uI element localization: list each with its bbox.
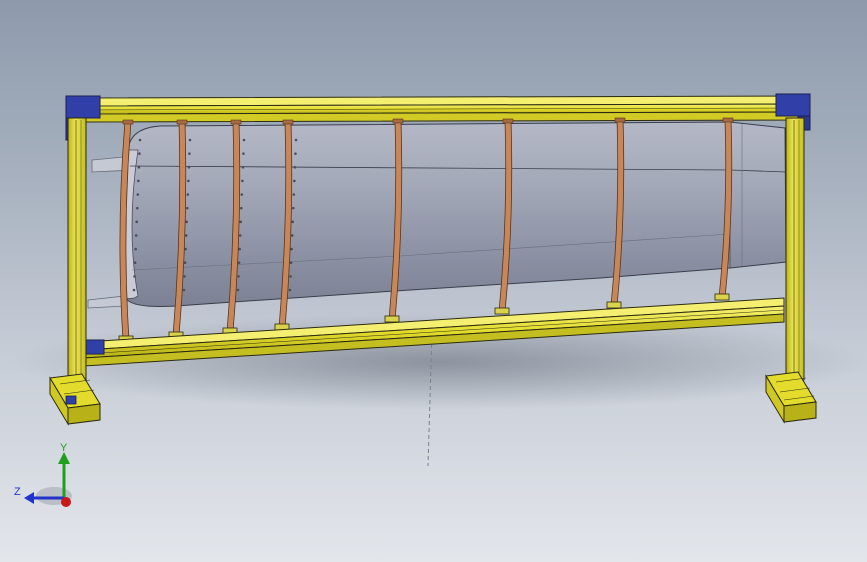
- left-post[interactable]: [67, 117, 87, 381]
- rivet: [135, 206, 139, 210]
- rivet: [137, 179, 140, 183]
- rivet: [241, 179, 244, 183]
- rivet: [237, 275, 240, 278]
- top-beam[interactable]: [69, 95, 809, 123]
- rivet: [294, 152, 297, 155]
- rivet: [291, 220, 295, 224]
- rivet: [290, 234, 294, 237]
- strap-top-clip: [282, 119, 294, 125]
- graphics-viewport[interactable]: Y Z: [0, 0, 867, 562]
- left-end-cap-bottom: [87, 295, 126, 309]
- rivet: [236, 288, 240, 292]
- rivet: [293, 165, 297, 169]
- rivet: [132, 288, 136, 292]
- rivet: [294, 138, 298, 142]
- strap-clamp: [384, 315, 400, 323]
- rivet: [238, 247, 241, 251]
- rivet: [238, 234, 242, 237]
- rivet: [291, 206, 295, 210]
- rivet: [288, 288, 292, 292]
- right-post[interactable]: [785, 117, 805, 381]
- rivet: [183, 275, 186, 278]
- rivet: [134, 234, 138, 237]
- triad-z-arrow: [24, 492, 34, 504]
- assembly-model-view[interactable]: [0, 0, 867, 562]
- rivet: [239, 220, 243, 224]
- rivet: [292, 193, 296, 196]
- strap-top-clip: [722, 117, 734, 123]
- rivet: [188, 138, 192, 142]
- strap-top-clip: [122, 119, 134, 125]
- rivet: [237, 261, 241, 265]
- rivet: [137, 165, 141, 169]
- rivet: [138, 152, 141, 155]
- rivet: [134, 247, 137, 251]
- triad-z-label: Z: [14, 486, 21, 498]
- strap-top-clip: [230, 119, 242, 125]
- rivet: [184, 234, 188, 237]
- rivet: [133, 275, 136, 278]
- triad-x-axis: [61, 497, 71, 507]
- rivet: [138, 138, 142, 142]
- rivet: [185, 220, 189, 224]
- rivet: [289, 275, 292, 278]
- rivet: [289, 261, 293, 265]
- rivet: [133, 261, 137, 265]
- rivet: [290, 247, 293, 251]
- strap-top-clip: [392, 118, 404, 124]
- strap-top-clip: [502, 118, 514, 124]
- rivet: [242, 138, 246, 142]
- rivet: [185, 206, 189, 210]
- rivet: [182, 288, 186, 292]
- rivet: [239, 206, 243, 210]
- bottom-left-block: [83, 339, 105, 355]
- reference-triad: Y Z: [14, 442, 72, 507]
- strap-top-clip: [614, 117, 626, 123]
- triad-y-label: Y: [60, 442, 68, 454]
- rivet: [293, 179, 296, 183]
- rivet: [242, 152, 245, 155]
- rivet: [240, 193, 244, 196]
- rivet: [187, 165, 191, 169]
- rivet: [135, 220, 139, 224]
- strap-clamp: [714, 293, 730, 301]
- strap-clamp: [606, 301, 622, 309]
- rivet: [136, 193, 140, 196]
- strap-clamp: [494, 307, 510, 315]
- rivet: [241, 165, 245, 169]
- strap-top-clip: [176, 119, 188, 125]
- rivet: [186, 193, 190, 196]
- blade-skin[interactable]: [120, 121, 787, 307]
- rivet: [187, 179, 190, 183]
- rivet: [188, 152, 191, 155]
